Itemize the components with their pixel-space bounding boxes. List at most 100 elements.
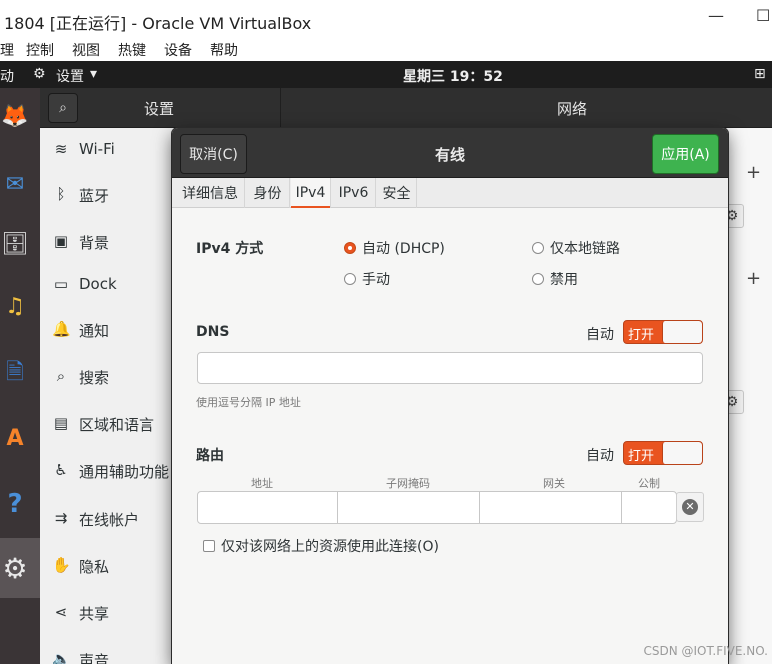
switch-on-text: 打开 [628,449,655,464]
radio-auto-dhcp[interactable]: 自动 (DHCP) [344,238,445,258]
clock[interactable]: 星期三 19：52 [403,66,503,86]
add-vpn-icon[interactable]: + [746,268,761,289]
route-col-gateway: 网关 [543,477,565,490]
dns-label: DNS [196,324,230,340]
radio-label: 禁用 [550,272,578,288]
top-panel: 动 ⚙ 设置 ▾ 星期三 19：52 ⊞ [0,61,772,88]
network-panel-title: 网络 [557,100,588,118]
route-col-netmask: 子网掩码 [386,477,430,490]
route-col-metric: 公制 [638,477,660,490]
sidebar-item-label: 声音 [79,652,110,664]
apply-button[interactable]: 应用(A) [652,134,719,174]
wifi-icon: ≋ [54,140,68,158]
switch-on-text: 打开 [628,328,655,343]
close-icon: ✕ [682,499,698,515]
rhythmbox-icon[interactable]: ♫ [0,284,30,328]
accessibility-icon: ♿ [54,461,68,479]
route-gateway-input[interactable] [479,491,622,524]
dialog-tabs: 详细信息 身份 IPv4 IPv6 安全 [172,178,728,208]
radio-label: 手动 [362,272,390,288]
radio-indicator [344,273,356,285]
menu-item-control[interactable]: 控制 [26,40,54,60]
menu-item-devices[interactable]: 设备 [164,40,192,60]
tab-identity[interactable]: 身份 [246,178,290,208]
routes-label: 路由 [196,448,224,464]
writer-icon[interactable]: 🗎 [0,352,30,396]
radio-indicator [344,242,356,254]
share-icon: ⋖ [54,603,68,621]
sidebar-item-label: 区域和语言 [79,416,155,434]
checkbox-label: 仅对该网络上的资源使用此连接(O) [221,539,439,555]
sidebar-item-label: 通用辅助功能 [79,463,170,481]
sidebar-item-label: Dock [79,275,117,293]
bell-icon: 🔔 [52,320,71,338]
sidebar-item-label: 蓝牙 [79,187,110,205]
settings-app-icon[interactable]: ⚙ [0,546,30,590]
tab-details[interactable]: 详细信息 [176,178,245,208]
firefox-icon[interactable]: 🦊 [0,94,30,138]
chevron-down-icon[interactable]: ▾ [90,66,97,82]
route-address-input[interactable] [197,491,338,524]
online-accounts-icon: ⇉ [54,509,68,527]
settings-title: 设置 [144,100,175,118]
wired-connection-dialog: 取消(C) 有线 应用(A) 详细信息 身份 IPv4 IPv6 安全 IPv4… [172,128,728,664]
radio-indicator [532,242,544,254]
switch-knob [662,321,702,343]
hand-icon: ✋ [52,556,71,574]
header-divider [280,88,281,128]
menu-item-partial[interactable]: 理 [0,40,14,60]
host-menu-bar: 理 控制 视图 热键 设备 帮助 [0,38,772,61]
sidebar-item-label: Wi-Fi [79,140,115,158]
speaker-icon: 🔈 [52,650,71,664]
route-netmask-input[interactable] [337,491,480,524]
minimize-icon[interactable]: — [708,6,724,25]
app-menu-label[interactable]: 设置 [56,66,84,86]
checkbox-indicator [203,540,215,552]
route-metric-input[interactable] [621,491,677,524]
help-icon[interactable]: ? [0,482,30,526]
search-icon: ⌕ [56,367,66,385]
search-icon: ⌕ [59,100,67,116]
software-icon[interactable]: A [0,416,30,460]
window-title: 1804 [正在运行] - Oracle VM VirtualBox [4,14,312,33]
search-button[interactable]: ⌕ [48,93,78,123]
sidebar-item-label: 隐私 [79,558,110,576]
files-icon[interactable]: 🗄 [0,222,30,266]
network-icon[interactable]: ⊞ [754,66,766,82]
activities-button[interactable]: 动 [0,66,14,86]
only-local-resources-checkbox[interactable]: 仅对该网络上的资源使用此连接(O) [203,536,439,556]
sidebar-item-label: 在线帐户 [79,511,140,529]
radio-link-local[interactable]: 仅本地链路 [532,238,620,258]
ipv4-method-label: IPv4 方式 [196,241,264,257]
maximize-icon[interactable]: ☐ [756,6,770,25]
bluetooth-icon: ᛒ [56,185,66,203]
dock-icon: ▭ [53,275,69,293]
gear-icon: ⚙ [33,66,46,82]
menu-item-view[interactable]: 视图 [72,40,100,60]
sidebar-item-label: 共享 [79,605,110,623]
radio-label: 自动 (DHCP) [362,241,445,257]
radio-label: 仅本地链路 [550,241,620,257]
menu-item-help[interactable]: 帮助 [210,40,238,60]
dialog-title: 有线 [434,146,465,164]
dock: 🦊 ✉ 🗄 ♫ 🗎 A ? ⚙ [0,88,40,664]
sidebar-item-label: 搜索 [79,369,110,387]
dns-auto-switch[interactable]: 打开 [623,320,703,344]
radio-manual[interactable]: 手动 [344,269,390,289]
region-icon: ▤ [53,414,69,432]
dns-input[interactable] [197,352,703,384]
routes-auto-switch[interactable]: 打开 [623,441,703,465]
tab-ipv6[interactable]: IPv6 [332,178,376,208]
sidebar-item-label: 通知 [79,322,110,340]
dns-auto-label: 自动 [586,327,614,343]
routes-auto-label: 自动 [586,448,614,464]
route-col-address: 地址 [251,477,273,490]
thunderbird-icon[interactable]: ✉ [0,162,30,206]
route-delete-button[interactable]: ✕ [676,492,704,522]
add-connection-icon[interactable]: + [746,162,761,183]
tab-security[interactable]: 安全 [377,178,417,208]
menu-item-hotkeys[interactable]: 热键 [118,40,146,60]
watermark: CSDN @IOT.FIVE.NO. [643,644,768,658]
tab-ipv4[interactable]: IPv4 [291,178,331,208]
radio-disabled[interactable]: 禁用 [532,269,578,289]
